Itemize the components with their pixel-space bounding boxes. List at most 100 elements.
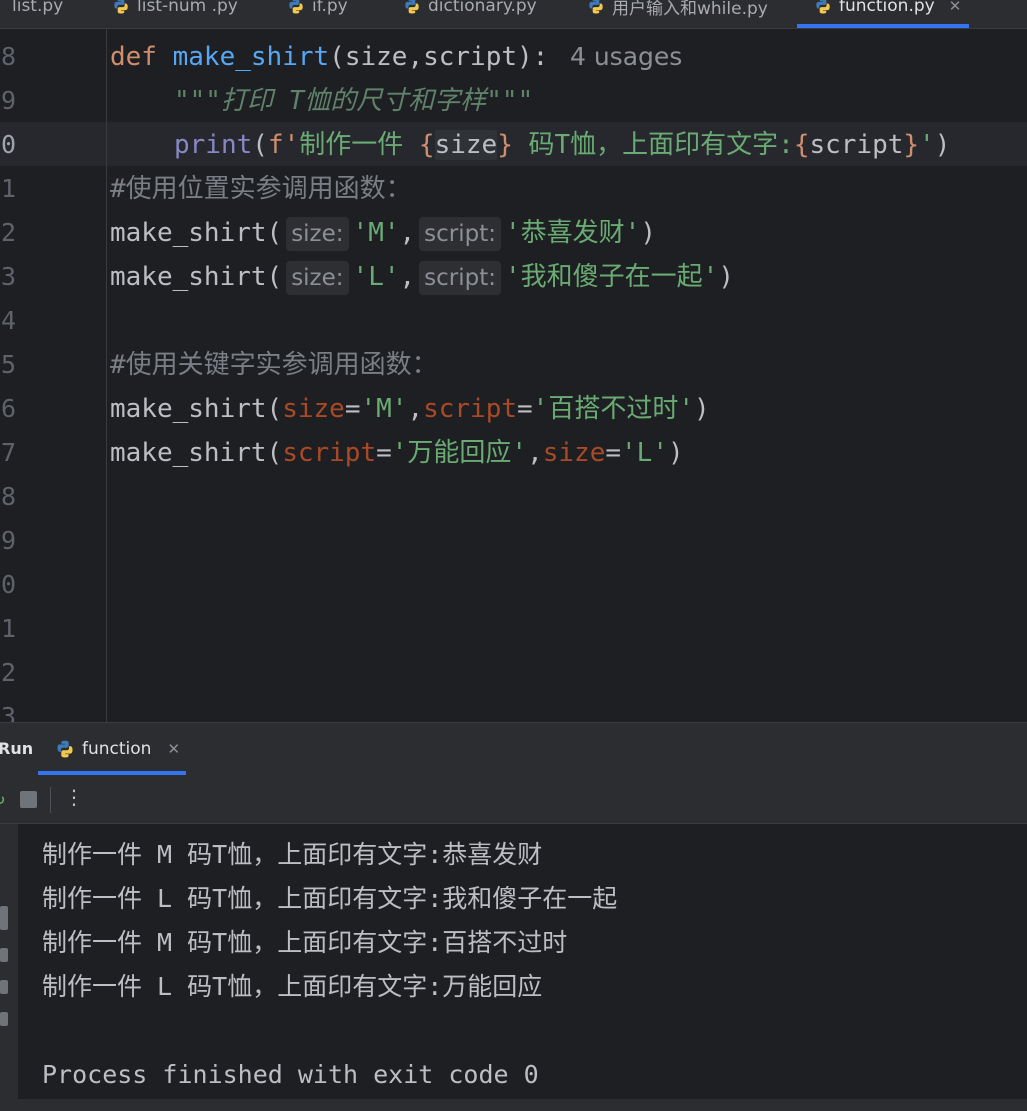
- run-panel-label: Run: [0, 739, 34, 758]
- paren: ): [667, 438, 684, 468]
- tab-list-num-py[interactable]: list-num .py: [113, 0, 238, 21]
- argument: 'M': [360, 394, 408, 424]
- fstring-brace: }: [497, 130, 513, 160]
- line-number: 80: [0, 570, 17, 599]
- comma: ,: [399, 262, 416, 292]
- equals: =: [517, 394, 533, 424]
- equals: =: [605, 438, 622, 468]
- editor-tab-bar: list.py list-num .py if.py dictionary.py…: [0, 0, 1027, 29]
- fstring-prefix: f': [267, 130, 300, 160]
- argument: '恭喜发财': [505, 218, 641, 248]
- tab-label: 用户输入和while.py: [612, 0, 768, 19]
- line-number: 78: [0, 482, 17, 511]
- builtin-print: print: [174, 130, 253, 160]
- equals: =: [344, 394, 361, 424]
- param-hint-script: script:: [419, 260, 502, 295]
- tab-list-py[interactable]: list.py: [12, 0, 63, 21]
- tab-user-input-while-py[interactable]: 用户输入和while.py: [588, 0, 768, 21]
- line-number: 69: [0, 86, 17, 115]
- python-file-icon: [815, 0, 831, 14]
- console-output[interactable]: 制作一件 M 码T恤，上面印有文字:恭喜发财 制作一件 L 码T恤，上面印有文字…: [18, 824, 1027, 1111]
- argument: 'M': [352, 218, 400, 248]
- stop-icon[interactable]: [20, 791, 37, 808]
- run-panel-header: Run function ✕: [0, 722, 1027, 778]
- line-number: 76: [0, 394, 17, 423]
- line-number: 71: [0, 174, 17, 203]
- code-line-call[interactable]: make_shirt(size='M',script='百搭不过时'): [110, 387, 710, 431]
- comma: ,: [399, 218, 416, 248]
- run-tab-function[interactable]: function ✕: [56, 739, 180, 759]
- keyword-arg: size: [542, 438, 606, 468]
- active-tab-indicator: [797, 24, 969, 28]
- tab-label: function.py: [839, 0, 935, 16]
- tab-function-py[interactable]: function.py ✕: [815, 0, 961, 21]
- fstring-brace: }: [903, 130, 920, 160]
- argument: 'L': [352, 262, 400, 292]
- comment: #使用关键字实参调用函数：: [110, 350, 438, 380]
- fstring-var-script: script: [809, 130, 904, 160]
- tab-dictionary-py[interactable]: dictionary.py: [404, 0, 537, 21]
- python-file-icon: [588, 0, 604, 14]
- line-number: 79: [0, 526, 17, 555]
- code-line-call[interactable]: make_shirt(size: 'L', script: '我和傻子在一起'): [110, 255, 734, 299]
- python-file-icon: [288, 0, 304, 14]
- string-part: 码T恤，上面印有文字:: [512, 130, 794, 160]
- rerun-icon[interactable]: ↻: [0, 788, 8, 810]
- console-line: 制作一件 M 码T恤，上面印有文字:恭喜发财: [42, 840, 543, 869]
- argument: '万能回应': [391, 438, 528, 468]
- string-quote: ': [919, 130, 935, 160]
- close-icon[interactable]: ✕: [949, 0, 962, 15]
- function-name: make_shirt: [172, 42, 330, 72]
- fstring-var-size: size: [434, 130, 498, 160]
- paren: ): [640, 218, 656, 248]
- python-file-icon: [56, 740, 74, 758]
- call: make_shirt(: [110, 262, 283, 292]
- usages-hint[interactable]: 4 usages: [570, 42, 682, 71]
- code-line-def[interactable]: def make_shirt(size,script): 4 usages: [110, 35, 682, 79]
- line-number: 82: [0, 658, 17, 687]
- process-exit-message: Process finished with exit code 0: [42, 1060, 539, 1089]
- argument: 'L': [621, 438, 668, 468]
- tab-label: list-num .py: [137, 0, 238, 16]
- close-icon[interactable]: ✕: [167, 740, 180, 758]
- argument: '我和傻子在一起': [505, 262, 719, 292]
- line-number: 73: [0, 262, 17, 291]
- line-number: 68: [0, 42, 17, 71]
- comma: ,: [527, 438, 543, 468]
- line-number: 77: [0, 438, 17, 467]
- code-line-comment[interactable]: #使用位置实参调用函数：: [110, 167, 412, 211]
- code-editor[interactable]: 68 69 70 71 72 73 74 75 76 77 78 79 80 8…: [0, 29, 1027, 722]
- code-line-comment[interactable]: #使用关键字实参调用函数：: [110, 343, 438, 387]
- code-line-call[interactable]: make_shirt(script='万能回应',size='L'): [110, 431, 684, 475]
- more-vertical-icon[interactable]: ⋮: [64, 785, 84, 809]
- indent-guide: [106, 29, 107, 722]
- paren: ): [693, 394, 710, 424]
- code-line-call[interactable]: make_shirt(size: 'M', script: '恭喜发财'): [110, 211, 656, 255]
- scroll-to-end-icon[interactable]: [0, 906, 8, 930]
- status-strip: [0, 1099, 1027, 1111]
- python-file-icon: [113, 0, 129, 14]
- fstring-brace: {: [793, 130, 810, 160]
- tab-label: if.py: [312, 0, 348, 16]
- code-line-print[interactable]: print(f'制作一件 {size} 码T恤，上面印有文字:{script}'…: [174, 123, 950, 167]
- print-icon[interactable]: [0, 980, 8, 994]
- string-part: 制作一件: [299, 130, 419, 160]
- console-line: 制作一件 M 码T恤，上面印有文字:百搭不过时: [42, 928, 568, 957]
- line-number: 74: [0, 306, 17, 335]
- tab-label: list.py: [12, 0, 64, 16]
- call: make_shirt(: [110, 218, 283, 248]
- param-hint-script: script:: [419, 216, 502, 251]
- paren: ): [718, 262, 734, 292]
- tab-label: dictionary.py: [428, 0, 537, 16]
- keyword-arg: script: [282, 438, 377, 468]
- code-line-docstring[interactable]: """打印 T恤的尺寸和字样""": [174, 79, 533, 123]
- console-line: 制作一件 L 码T恤，上面印有文字:我和傻子在一起: [42, 884, 618, 913]
- toolbar-separator: [50, 787, 51, 813]
- soft-wrap-icon[interactable]: [0, 948, 8, 962]
- paren: ): [934, 130, 951, 160]
- comma: ,: [407, 394, 424, 424]
- trash-icon[interactable]: [0, 1012, 8, 1026]
- line-number-current: 70: [0, 130, 17, 159]
- param-hint-size: size:: [286, 260, 349, 295]
- tab-if-py[interactable]: if.py: [288, 0, 348, 21]
